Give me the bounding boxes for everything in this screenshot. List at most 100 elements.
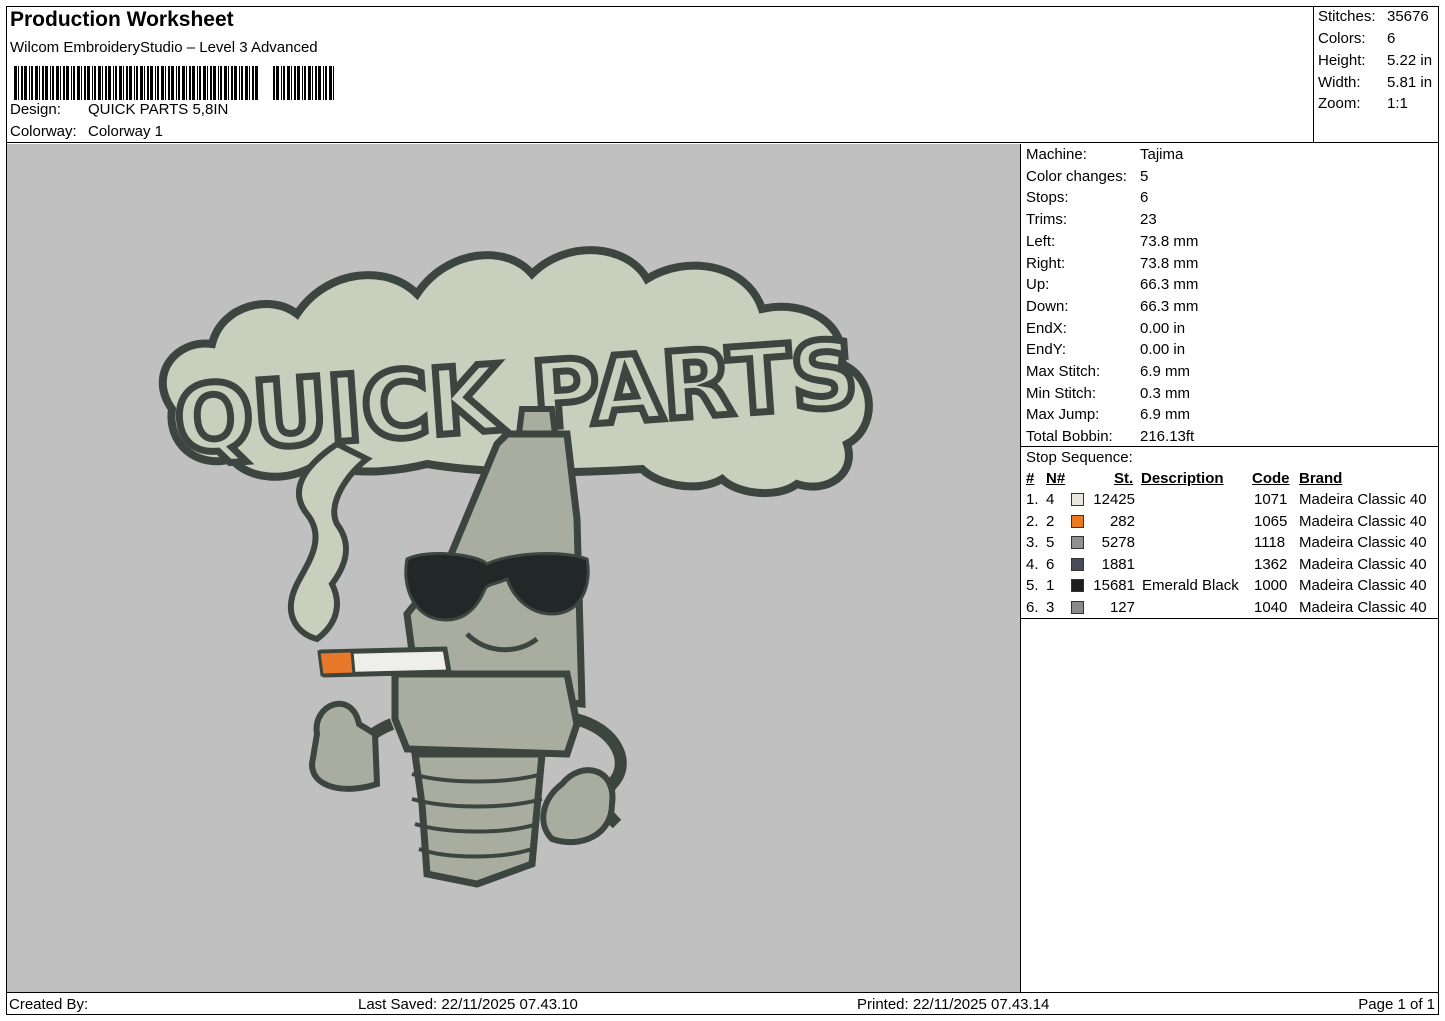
barcode-bar <box>234 66 237 100</box>
barcode-bar <box>283 66 285 100</box>
barcode-bar <box>63 66 65 100</box>
barcode-bar <box>176 66 177 100</box>
cell-num: 2. <box>1026 512 1039 530</box>
machine-row-label: Right: <box>1026 254 1066 272</box>
machine-row-value: 0.00 in <box>1140 341 1186 359</box>
barcode-bar <box>329 66 332 100</box>
page-number: Page 1 of 1 <box>1358 996 1435 1013</box>
height-value: 5.22 in <box>1387 52 1433 69</box>
machine-row-value: 23 <box>1140 211 1157 229</box>
machine-row: Down: 66.3 mm <box>1026 298 1198 315</box>
machine-row-value: 6.9 mm <box>1140 406 1191 424</box>
barcode-bar <box>281 66 282 100</box>
cell-brand: Madeira Classic 40 <box>1299 534 1427 552</box>
barcode-bar <box>126 66 128 100</box>
machine-row: Max Stitch: 6.9 mm <box>1026 363 1190 380</box>
machine-row-value: 66.3 mm <box>1140 297 1199 315</box>
machine-row: EndY: 0.00 in <box>1026 341 1185 358</box>
software-name: Wilcom EmbroideryStudio – Level 3 Advanc… <box>10 39 318 56</box>
cell-code: 1362 <box>1254 555 1288 573</box>
barcode-bar <box>192 66 195 100</box>
machine-row-label: Max Stitch: <box>1026 363 1101 380</box>
machine-row-label: Max Jump: <box>1026 406 1100 424</box>
table-row: 4. 6 1881 1362 Madeira Classic 40 <box>1021 554 1439 576</box>
cell-code: 1000 <box>1254 577 1288 595</box>
barcode-bar <box>241 66 243 100</box>
machine-row: Stops: 6 <box>1026 189 1148 206</box>
col-header-code: Code <box>1252 470 1290 487</box>
divider <box>1021 446 1439 447</box>
machine-row-value: 0.00 in <box>1140 319 1186 337</box>
machine-row: Right: 73.8 mm <box>1026 254 1198 272</box>
barcode-bar <box>24 66 27 100</box>
color-swatch <box>1071 601 1084 614</box>
colors-value: 6 <box>1387 30 1396 47</box>
color-swatch <box>1071 536 1084 550</box>
barcode-bar <box>231 66 233 100</box>
barcode-bar <box>42 66 44 100</box>
barcode-bar <box>60 66 61 100</box>
machine-row: Up: 66.3 mm <box>1026 276 1198 293</box>
barcode-bar <box>228 66 229 100</box>
barcode-bar <box>92 66 93 100</box>
cell-num: 3. <box>1026 534 1039 552</box>
barcode-bar <box>21 66 23 100</box>
barcode-bar <box>81 66 82 100</box>
barcode-bar <box>297 66 300 100</box>
barcode-bar <box>134 66 135 100</box>
barcode-bar <box>287 66 290 100</box>
cell-num: 6. <box>1026 599 1039 616</box>
barcode-bar <box>129 66 132 100</box>
barcode-bar <box>147 66 149 100</box>
spark-plug <box>308 406 627 888</box>
colorway-row: Colorway: Colorway 1 <box>10 123 163 140</box>
barcode-bar <box>123 66 124 100</box>
cell-n: 3 <box>1046 599 1055 616</box>
color-swatch <box>1071 493 1084 506</box>
barcode-bar <box>14 66 17 100</box>
machine-row-value: 6 <box>1140 189 1149 207</box>
barcode-bar <box>312 66 313 100</box>
barcode-bar <box>157 66 159 100</box>
design-value: QUICK PARTS 5,8IN <box>88 101 229 118</box>
barcode-bar <box>52 66 54 100</box>
machine-row-label: Color changes: <box>1026 167 1127 185</box>
barcode-bar <box>171 66 174 100</box>
cell-st: 282 <box>1109 512 1135 530</box>
barcode-bar <box>98 66 101 100</box>
table-row: 3. 5 5278 1118 Madeira Classic 40 <box>1021 532 1439 554</box>
cell-code: 1071 <box>1254 491 1288 508</box>
cell-num: 1. <box>1026 491 1039 508</box>
plug-tip <box>515 406 559 437</box>
barcode-bar <box>178 66 180 100</box>
machine-row-label: EndX: <box>1026 319 1067 337</box>
barcode-bar <box>35 66 38 100</box>
barcode-bar <box>71 66 72 100</box>
cell-brand: Madeira Classic 40 <box>1299 599 1427 616</box>
machine-row-value: 73.8 mm <box>1140 232 1199 250</box>
machine-row: Max Jump: 6.9 mm <box>1026 406 1190 424</box>
cell-desc: Emerald Black <box>1142 577 1239 595</box>
barcode-bar <box>77 66 80 100</box>
barcode-bar <box>325 66 327 100</box>
machine-row: Left: 73.8 mm <box>1026 233 1198 250</box>
color-swatch <box>1071 514 1084 528</box>
stitches-row: Stitches: 35676 <box>1318 8 1429 25</box>
machine-row-value: 5 <box>1140 167 1149 185</box>
barcode-bar <box>39 66 40 100</box>
barcode-bar <box>252 66 254 100</box>
colorway-label: Colorway: <box>10 123 77 140</box>
worksheet-footer: Created By: Last Saved: 22/11/2025 07.43… <box>6 992 1439 1015</box>
barcode-bar <box>84 66 86 100</box>
barcode-bar <box>207 66 208 100</box>
thumbs-up-hand <box>308 700 381 792</box>
colors-row: Colors: 6 <box>1318 30 1396 47</box>
barcode-bar <box>323 66 324 100</box>
barcode-bar <box>155 66 156 100</box>
cell-code: 1065 <box>1254 512 1288 530</box>
barcode-bar <box>276 66 279 100</box>
created-by: Created By: <box>9 996 89 1013</box>
machine-row-value: Tajima <box>1140 146 1184 163</box>
barcode-bar <box>105 66 107 100</box>
divider <box>1021 618 1439 619</box>
